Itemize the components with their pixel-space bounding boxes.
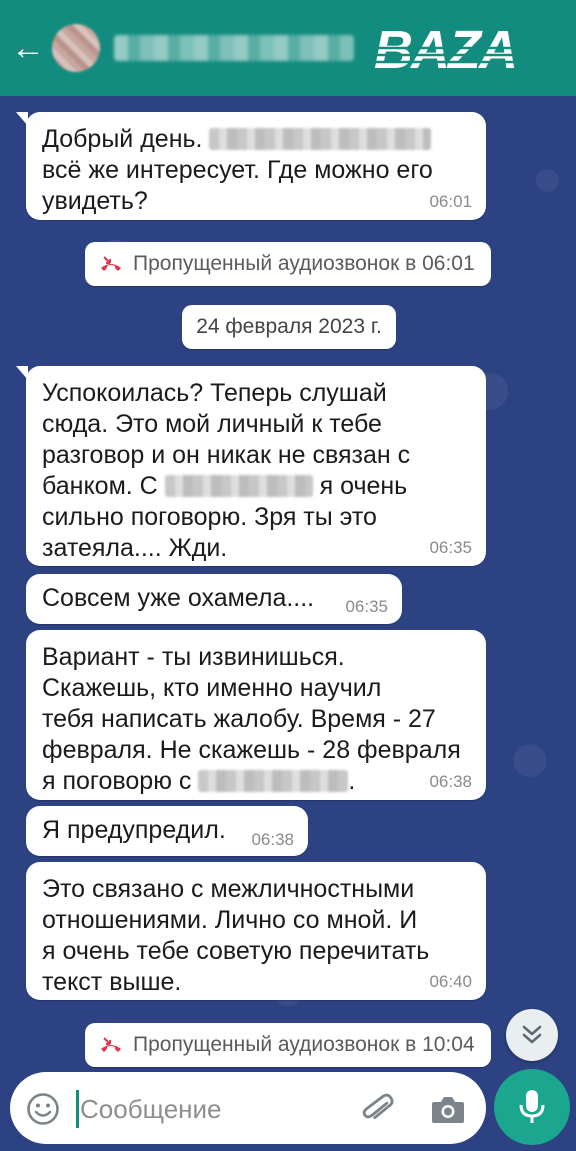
missed-call-notice[interactable]: Пропущенный аудиозвонок в 10:04 bbox=[85, 1023, 491, 1067]
camera-icon[interactable] bbox=[430, 1092, 466, 1126]
message-composer bbox=[10, 1072, 486, 1144]
missed-call-icon bbox=[101, 1037, 121, 1052]
message-text: Это связано с межличностными отношениями… bbox=[42, 875, 430, 996]
missed-call-text: Пропущенный аудиозвонок в 06:01 bbox=[133, 252, 475, 275]
message-input[interactable] bbox=[80, 1089, 350, 1129]
message-time: 06:35 bbox=[345, 597, 388, 616]
back-arrow-icon: ← bbox=[11, 28, 45, 67]
message-text: Успокоилась? Теперь слушай сюда. Это мой… bbox=[42, 379, 411, 562]
chevron-double-down-icon bbox=[522, 1025, 542, 1044]
redacted-text bbox=[198, 770, 349, 792]
message-text: Добрый день. всё же интересует. Где можн… bbox=[42, 125, 433, 215]
message-bubble[interactable]: Добрый день. всё же интересует. Где можн… bbox=[16, 112, 486, 220]
chat-header: ← BAZA bbox=[0, 0, 576, 96]
missed-call-notice[interactable]: Пропущенный аудиозвонок в 06:01 bbox=[85, 242, 491, 286]
back-button[interactable]: ← bbox=[4, 0, 52, 96]
message-time: 06:40 bbox=[429, 972, 472, 991]
paperclip-icon[interactable] bbox=[360, 1090, 396, 1128]
contact-avatar[interactable] bbox=[52, 24, 100, 72]
message-bubble[interactable]: Вариант - ты извинишься. Скажешь, кто им… bbox=[26, 630, 486, 800]
missed-call-text: Пропущенный аудиозвонок в 10:04 bbox=[133, 1033, 475, 1056]
redacted-text bbox=[164, 475, 313, 497]
message-bubble[interactable]: Это связано с межличностными отношениями… bbox=[26, 862, 486, 1000]
message-time: 06:01 bbox=[429, 192, 472, 211]
date-separator: 24 февраля 2023 г. bbox=[182, 305, 396, 349]
message-text: Совсем уже охамела.... bbox=[42, 584, 315, 612]
contact-name-redacted[interactable] bbox=[114, 35, 354, 61]
emoji-icon[interactable] bbox=[26, 1092, 60, 1126]
message-time: 06:35 bbox=[429, 538, 472, 557]
baza-logo: BAZA bbox=[374, 24, 554, 74]
message-bubble[interactable]: Успокоилась? Теперь слушай сюда. Это мой… bbox=[16, 366, 486, 566]
message-text: Вариант - ты извинишься. Скажешь, кто им… bbox=[42, 643, 461, 795]
redacted-text bbox=[209, 128, 432, 150]
text-caret bbox=[76, 1090, 79, 1128]
message-time: 06:38 bbox=[251, 830, 294, 849]
scroll-to-bottom-button[interactable] bbox=[506, 1009, 558, 1061]
message-bubble[interactable]: Я предупредил. 06:38 bbox=[26, 806, 308, 856]
message-time: 06:38 bbox=[429, 772, 472, 791]
missed-call-icon bbox=[101, 256, 121, 271]
voice-record-button[interactable] bbox=[494, 1069, 570, 1145]
microphone-icon bbox=[519, 1090, 545, 1123]
message-bubble[interactable]: Совсем уже охамела.... 06:35 bbox=[26, 574, 402, 624]
